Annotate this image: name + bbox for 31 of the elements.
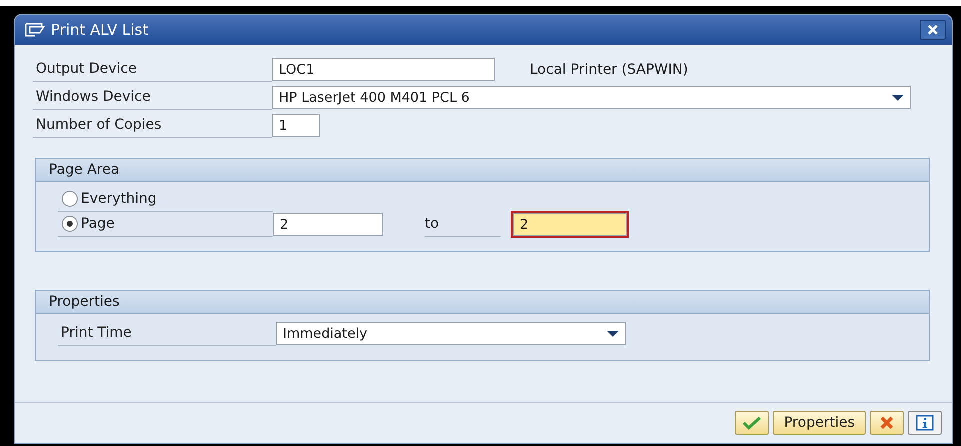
range-label: to <box>425 212 501 236</box>
checkmark-icon <box>743 416 762 430</box>
properties-button[interactable]: Properties <box>773 411 866 435</box>
input-field[interactable]: LOC1 <box>272 58 495 81</box>
dropdown-field[interactable]: HP LaserJet 400 M401 PCL 6 <box>272 86 911 109</box>
device-description: Local Printer (SAPWIN) <box>530 62 688 78</box>
info-button[interactable] <box>908 411 942 435</box>
cancel-button[interactable] <box>870 411 904 435</box>
input-field[interactable]: 1 <box>272 114 320 137</box>
close-icon <box>927 24 939 36</box>
radio-label: Page <box>81 216 115 232</box>
field-label: Windows Device <box>33 86 272 110</box>
print-icon <box>25 23 45 37</box>
radio-button[interactable] <box>62 216 78 232</box>
dropdown-field[interactable]: Immediately <box>276 322 626 345</box>
window-title: Print ALV List <box>51 21 148 39</box>
field-label: Output Device <box>33 58 272 82</box>
radio-label: Everything <box>81 191 157 207</box>
group-title: Page Area <box>36 159 929 182</box>
field-label: Print Time <box>58 322 276 346</box>
info-icon <box>916 415 934 431</box>
field-label: Number of Copies <box>33 114 272 138</box>
input-field[interactable]: 2 <box>513 213 627 236</box>
ok-button[interactable] <box>735 411 770 435</box>
close-button[interactable] <box>920 20 946 40</box>
input-field[interactable]: 2 <box>273 213 383 236</box>
group-title: Properties <box>36 291 929 314</box>
caret-icon <box>607 330 619 336</box>
radio-button[interactable] <box>62 191 78 207</box>
caret-icon <box>892 94 904 100</box>
close-icon <box>880 416 894 430</box>
